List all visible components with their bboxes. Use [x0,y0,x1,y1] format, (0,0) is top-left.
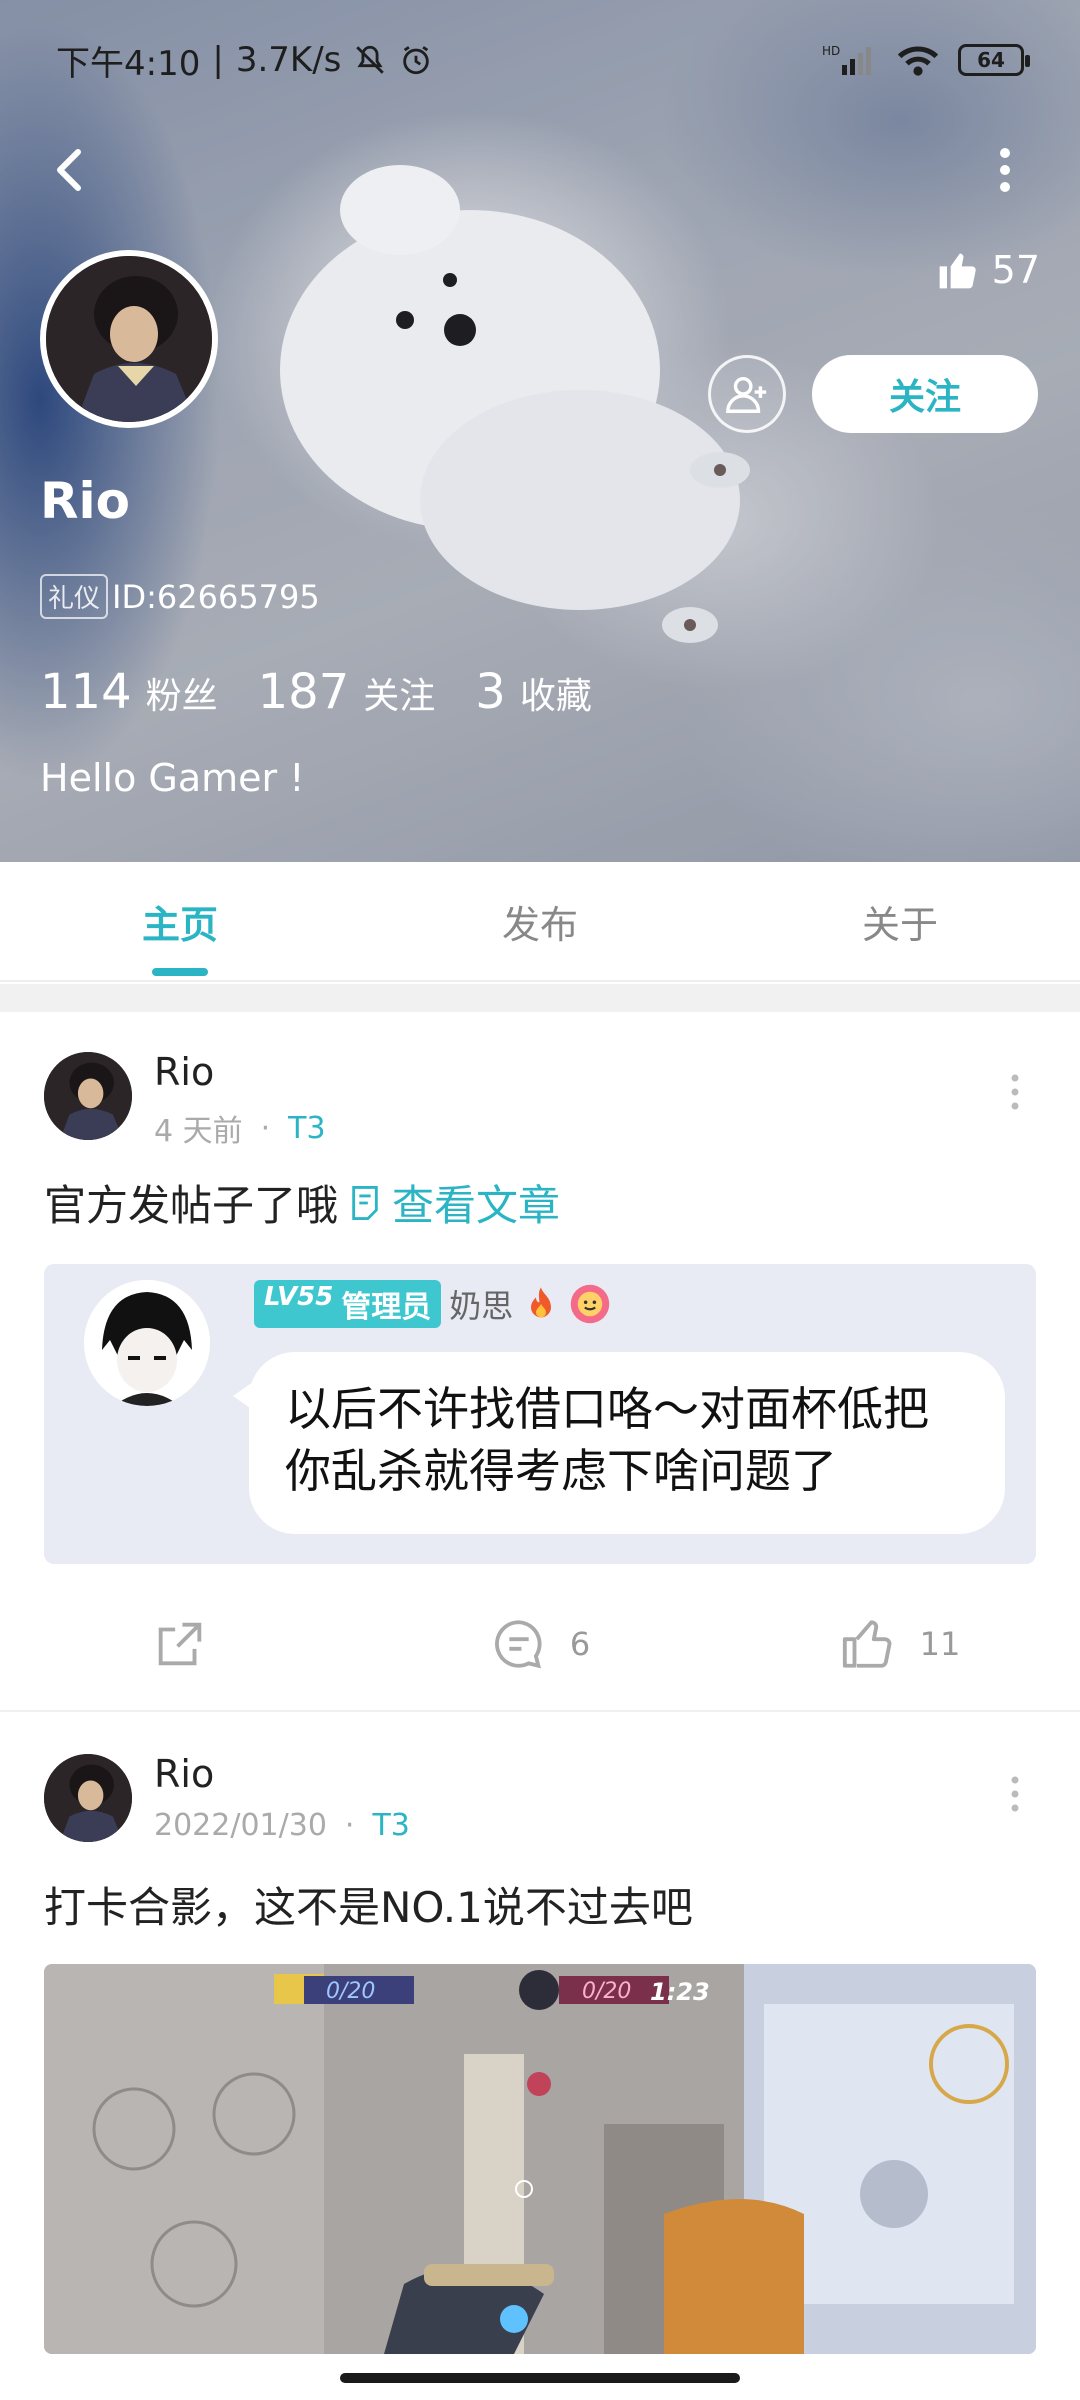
status-time: 下午4:10 [56,43,201,84]
battery-indicator: 64 [958,44,1030,76]
post-body: 打卡合影，这不是NO.1说不过去吧 [44,1883,693,1932]
comment-count: 6 [569,1625,591,1663]
level-text: LV55 [264,1282,334,1312]
fire-icon [531,1287,552,1318]
like-count: 11 [919,1625,961,1663]
stat-fans[interactable]: 114 粉丝 [40,664,218,720]
post-time: 4 天前 [154,1114,243,1149]
tab-posts[interactable]: 发布 [360,862,720,980]
post-author-avatar[interactable] [44,1754,132,1842]
profile-id: ID:62665795 [112,577,320,616]
quote-author-avatar[interactable] [84,1280,210,1406]
stat-fans-count: 114 [40,664,132,720]
add-friend-button[interactable] [708,355,786,433]
add-user-icon [726,376,767,413]
more-vertical-icon[interactable] [980,145,1030,195]
like-action[interactable]: 11 [720,1594,1080,1694]
profile-bio: Hello Gamer ! [40,756,305,800]
wifi-icon [897,46,939,76]
profile-id-row: 礼仪 ID:62665795 [40,574,320,619]
post-body: 官方发帖子了哦 [44,1181,339,1230]
post-meta: 4 天前 · T3 [154,1106,326,1150]
post-tag[interactable]: T3 [288,1111,325,1146]
like-icon [842,1620,892,1668]
stat-following-label: 关注 [363,676,436,717]
quote-user-name[interactable]: 奶思 [449,1281,513,1327]
status-right: HD 64 [822,43,1030,77]
profile-likes[interactable]: 57 [936,248,1040,292]
profile-likes-count: 57 [991,248,1040,292]
mute-icon [356,45,385,74]
post-more-icon[interactable] [1000,1072,1030,1112]
post-card[interactable]: Rio 2022/01/30 · T3 打卡合影，这不是NO.1说不过去吧 0/… [0,1714,1080,2354]
post-meta: 2022/01/30 · T3 [154,1808,410,1843]
post-time: 2022/01/30 [154,1808,327,1843]
avatar-image [44,1754,132,1842]
stat-favorites[interactable]: 3 收藏 [475,664,592,720]
share-icon [158,1622,202,1666]
back-arrow-icon[interactable] [40,140,100,200]
tab-home[interactable]: 主页 [0,862,360,980]
stat-following-count: 187 [257,664,350,720]
profile-username: Rio [40,472,130,530]
comment-icon [494,1620,542,1669]
game-score-left: 0/20 [326,1979,375,2004]
article-icon [352,1185,378,1220]
share-action[interactable] [0,1594,360,1694]
game-screenshot: 0/20 0/20 1:23 [44,1964,1036,2354]
cover-dog-image [280,165,750,643]
flower-badge-icon [571,1284,610,1324]
status-divider: | [212,40,224,80]
alarm-icon [403,46,430,75]
post-more-icon[interactable] [1000,1774,1030,1814]
status-net-speed: 3.7K/s [235,40,342,80]
view-article-link[interactable]: 查看文章 [392,1172,560,1233]
post-image[interactable]: 0/20 0/20 1:23 [44,1964,1036,2354]
status-bar: 下午4:10 | 3.7K/s HD 64 [0,0,1080,120]
post-card[interactable]: Rio 4 天前 · T3 官方发帖子了哦 查看文章 LV55 管理员 奶思 以… [0,1012,1080,1712]
post-author-name[interactable]: Rio [154,1752,214,1796]
status-left: 下午4:10 | 3.7K/s [56,36,433,85]
follow-button[interactable]: 关注 [812,355,1038,433]
section-divider [0,984,1080,1012]
avatar-image [44,1052,132,1140]
home-indicator[interactable] [340,2373,740,2383]
level-badge: LV55 管理员 [254,1280,442,1328]
meta-dot: · [344,1808,355,1843]
stat-following[interactable]: 187 关注 [258,664,436,720]
meta-dot: · [260,1110,271,1146]
thumbs-up-icon [939,253,976,289]
profile-tabs: 主页 发布 关于 [0,862,1080,982]
stat-favorites-count: 3 [475,664,506,720]
tab-about[interactable]: 关于 [720,862,1080,980]
avatar-image [46,256,212,422]
post-author-name[interactable]: Rio [154,1050,214,1094]
role-text: 管理员 [341,1290,432,1325]
quote-card[interactable]: LV55 管理员 奶思 以后不许找借口咯～对面杯低把你乱杀就得考虑下啥问题了 [44,1264,1036,1564]
quote-avatar-image [84,1280,210,1406]
post-actions: 6 11 [0,1594,1080,1694]
svg-text:HD: HD [822,44,840,58]
profile-stats: 114 粉丝 187 关注 3 收藏 [40,664,632,720]
profile-avatar[interactable] [40,250,218,428]
post-tag[interactable]: T3 [372,1808,409,1843]
stat-fans-label: 粉丝 [145,676,218,717]
post-author-avatar[interactable] [44,1052,132,1140]
signal-icon: HD [822,44,871,75]
stat-favorites-label: 收藏 [519,676,592,717]
comment-action[interactable]: 6 [360,1594,720,1694]
post-text: 打卡合影，这不是NO.1说不过去吧 [44,1874,693,1935]
game-timer: 1:23 [650,1978,710,2006]
post-text: 官方发帖子了哦 查看文章 [44,1172,560,1233]
quote-message: 以后不许找借口咯～对面杯低把你乱杀就得考虑下啥问题了 [233,1352,1005,1534]
etiquette-badge: 礼仪 [40,574,109,619]
quote-user-row: LV55 管理员 奶思 [254,1280,611,1328]
game-score-right: 0/20 [582,1979,631,2004]
